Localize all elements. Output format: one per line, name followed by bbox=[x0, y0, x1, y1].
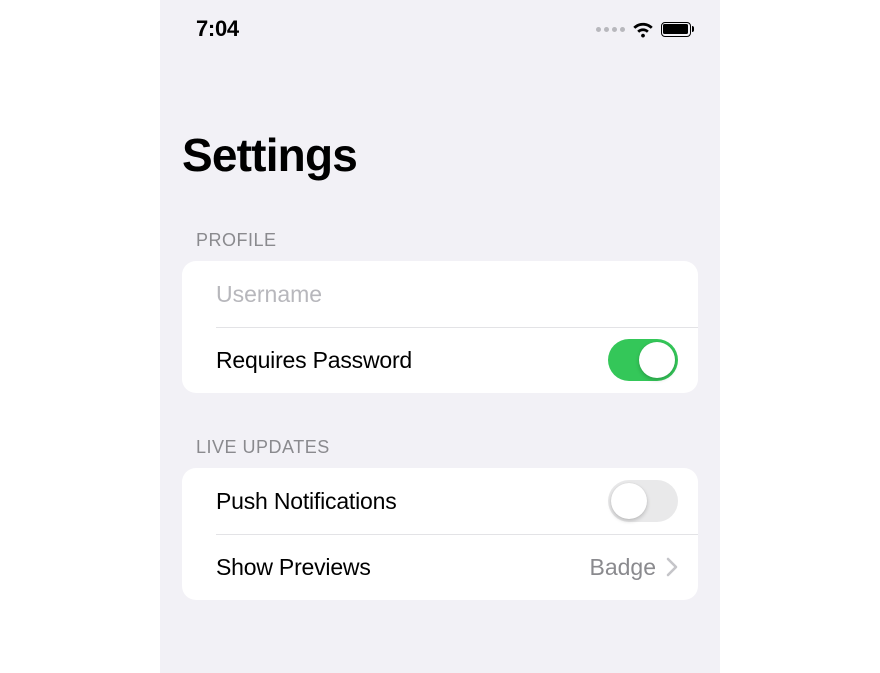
battery-icon bbox=[661, 22, 695, 37]
push-notifications-toggle[interactable] bbox=[608, 480, 678, 522]
card-profile: Requires Password bbox=[182, 261, 698, 393]
cellular-icon bbox=[596, 27, 625, 32]
page-title: Settings bbox=[160, 50, 720, 182]
section-header-live-updates: LIVE UPDATES bbox=[182, 437, 698, 468]
section-profile: PROFILE Requires Password bbox=[160, 230, 720, 393]
wifi-icon bbox=[631, 20, 655, 38]
card-live-updates: Push Notifications Show Previews Badge bbox=[182, 468, 698, 600]
status-bar: 7:04 bbox=[160, 0, 720, 50]
push-notifications-label: Push Notifications bbox=[216, 488, 397, 515]
requires-password-toggle[interactable] bbox=[608, 339, 678, 381]
section-header-profile: PROFILE bbox=[182, 230, 698, 261]
show-previews-label: Show Previews bbox=[216, 554, 371, 581]
requires-password-label: Requires Password bbox=[216, 347, 412, 374]
section-live-updates: LIVE UPDATES Push Notifications Show Pre… bbox=[160, 437, 720, 600]
row-requires-password: Requires Password bbox=[182, 327, 698, 393]
username-input[interactable] bbox=[216, 263, 678, 326]
row-push-notifications: Push Notifications bbox=[182, 468, 698, 534]
row-show-previews[interactable]: Show Previews Badge bbox=[182, 534, 698, 600]
status-icons bbox=[596, 20, 695, 38]
phone-frame: 7:04 Settings PROFILE bbox=[160, 0, 720, 673]
status-time: 7:04 bbox=[196, 16, 239, 42]
chevron-right-icon bbox=[666, 557, 678, 577]
show-previews-value: Badge bbox=[589, 554, 656, 581]
row-username[interactable] bbox=[182, 261, 698, 327]
show-previews-value-wrap: Badge bbox=[589, 554, 678, 581]
